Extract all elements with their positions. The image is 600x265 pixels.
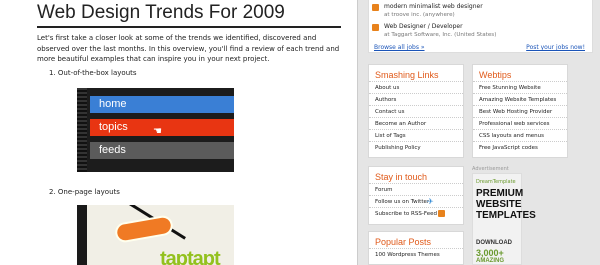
- list-item-out-of-the-box: 1. Out-of-the-box layouts: [49, 69, 137, 77]
- box-title: Stay in touch: [375, 172, 428, 182]
- webtip-link[interactable]: Free JavaScript codes: [473, 141, 567, 153]
- ad-count: 3,000+: [476, 248, 504, 258]
- link-twitter[interactable]: Follow us on Twitter ✈: [369, 195, 463, 207]
- stay-in-touch-box: Stay in touch Forum Follow us on Twitter…: [368, 166, 464, 225]
- browse-all-jobs-link[interactable]: Browse all jobs »: [374, 44, 425, 51]
- list-number: 2.: [49, 188, 56, 196]
- link-list-of-tags[interactable]: List of Tags: [369, 129, 463, 141]
- post-jobs-link[interactable]: Post your jobs now!: [526, 44, 585, 51]
- list-item-one-page: 2. One-page layouts: [49, 188, 120, 196]
- job-meta: at troove inc. (anywhere): [384, 12, 455, 18]
- job-title[interactable]: Web Designer / Developer: [384, 23, 463, 30]
- webtip-link[interactable]: CSS layouts and menus: [473, 129, 567, 141]
- nav-example-topics: topics: [90, 119, 234, 136]
- popular-posts-box: Popular Posts 100 Wordpress Themes: [368, 231, 464, 265]
- article-intro: Let's first take a closer look at some o…: [37, 34, 340, 63]
- link-become-author[interactable]: Become an Author: [369, 117, 463, 129]
- box-title: Popular Posts: [375, 237, 432, 247]
- sushi-shape: [113, 214, 175, 244]
- webtip-link[interactable]: Professional web services: [473, 117, 567, 129]
- popular-post-link[interactable]: 100 Wordpress Themes: [369, 248, 463, 260]
- link-label: Subscribe to RSS-Feed: [375, 211, 437, 217]
- list-number: 1.: [49, 69, 56, 77]
- list-label: Out-of-the-box layouts: [57, 69, 137, 77]
- hand-cursor-icon: ☚: [153, 126, 162, 137]
- ad-headline: PREMIUM WEBSITE TEMPLATES: [476, 188, 536, 221]
- webtip-link[interactable]: Free Stunning Website: [473, 81, 567, 93]
- article: Web Design Trends For 2009 Let's first t…: [0, 0, 357, 265]
- box-title: Webtips: [479, 70, 512, 80]
- link-label: Follow us on Twitter: [375, 199, 430, 205]
- article-title: Web Design Trends For 2009: [37, 2, 285, 23]
- example-panel: taptapt: [87, 205, 234, 265]
- smashing-links-box: Smashing Links About us Authors Contact …: [368, 64, 464, 158]
- link-label: Forum: [375, 187, 393, 193]
- job-title[interactable]: modern minimalist web designer: [384, 3, 483, 10]
- rss-icon: [438, 210, 445, 217]
- webtip-link[interactable]: Amazing Website Templates: [473, 93, 567, 105]
- job-meta: at Taggart Software, Inc. (United States…: [384, 32, 497, 38]
- ad-brand: DreamTemplate: [476, 179, 516, 185]
- box-title: Smashing Links: [375, 70, 439, 80]
- link-about-us[interactable]: About us: [369, 81, 463, 93]
- ad-amazing-text: AMAZING: [476, 258, 504, 264]
- rss-icon: [372, 24, 379, 31]
- link-publishing-policy[interactable]: Publishing Policy: [369, 141, 463, 153]
- ad-download-text: DOWNLOAD: [476, 240, 512, 246]
- link-forum[interactable]: Forum: [369, 183, 463, 195]
- webtips-box: Webtips Free Stunning Website Amazing We…: [472, 64, 568, 158]
- nav-menu-example-image[interactable]: home topics feeds ☚: [77, 88, 234, 172]
- sidebar: modern minimalist web designer at troove…: [357, 0, 600, 265]
- jobs-box: modern minimalist web designer at troove…: [368, 0, 593, 53]
- advertisement-banner[interactable]: DreamTemplate PREMIUM WEBSITE TEMPLATES …: [472, 173, 536, 265]
- nav-example-home: home: [90, 96, 234, 113]
- nav-example-feeds: feeds: [90, 142, 234, 159]
- advertisement-label: Advertisement: [472, 166, 509, 172]
- example-logo-text: taptapt: [160, 248, 221, 265]
- link-authors[interactable]: Authors: [369, 93, 463, 105]
- torn-edge: [77, 88, 87, 172]
- link-contact-us[interactable]: Contact us: [369, 105, 463, 117]
- title-divider: [37, 26, 341, 28]
- one-page-example-image[interactable]: taptapt: [77, 205, 234, 265]
- rss-icon: [372, 4, 379, 11]
- list-label: One-page layouts: [57, 188, 120, 196]
- webtip-link[interactable]: Best Web Hosting Provider: [473, 105, 567, 117]
- link-rss-feed[interactable]: Subscribe to RSS-Feed: [369, 207, 463, 219]
